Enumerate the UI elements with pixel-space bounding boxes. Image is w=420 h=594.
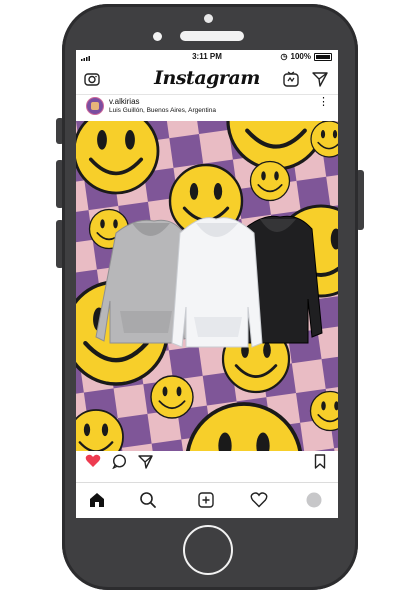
profile-icon[interactable] — [305, 491, 323, 514]
phone-screen: 3:11 PM ◷ 100% Instagram v.alkirias Luis… — [76, 50, 338, 518]
heart-icon[interactable] — [85, 454, 101, 473]
status-bar: 3:11 PM ◷ 100% — [76, 50, 338, 64]
post-header: v.alkirias Luis Guillón, Buenos Aires, A… — [76, 95, 338, 121]
paper-plane-icon[interactable] — [311, 70, 329, 88]
more-options-icon[interactable]: ⋮ — [318, 97, 329, 108]
avatar[interactable] — [86, 97, 104, 115]
earpiece-speaker — [180, 31, 244, 41]
igtv-icon[interactable] — [282, 70, 300, 88]
post-image-art — [76, 121, 338, 451]
home-button[interactable] — [183, 525, 233, 575]
comment-icon[interactable] — [112, 454, 127, 474]
white-hoodie — [171, 217, 263, 348]
add-post-icon[interactable] — [197, 491, 215, 514]
post-username[interactable]: v.alkirias — [109, 97, 140, 106]
battery-percent: 100% — [290, 52, 311, 61]
post-image[interactable] — [76, 121, 338, 451]
alarm-icon: ◷ — [280, 52, 288, 61]
app-header: Instagram — [76, 64, 338, 95]
home-icon[interactable] — [88, 491, 106, 514]
battery-icon — [314, 52, 332, 61]
post-location[interactable]: Luis Guillón, Buenos Aires, Argentina — [109, 107, 216, 114]
front-camera — [153, 32, 162, 41]
heart-outline-icon[interactable] — [250, 491, 268, 514]
bottom-nav — [76, 482, 338, 518]
search-icon[interactable] — [139, 491, 157, 514]
front-sensor — [204, 14, 213, 23]
post-actions — [76, 451, 338, 473]
bookmark-icon[interactable] — [314, 454, 326, 474]
share-icon[interactable] — [138, 454, 153, 474]
